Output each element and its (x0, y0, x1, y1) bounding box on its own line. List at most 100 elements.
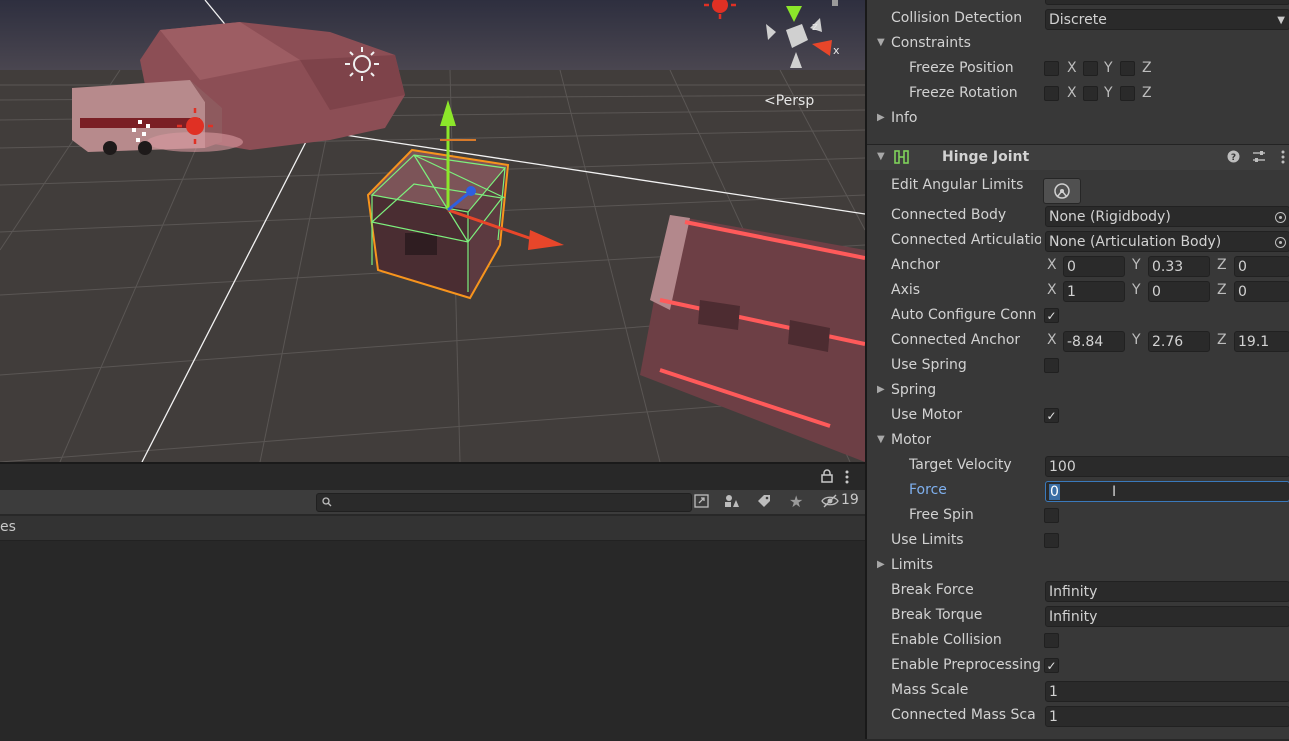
fold-closed-icon: ▶ (877, 112, 885, 123)
spring-label: Spring (891, 382, 937, 398)
edit-angular-limits-button[interactable] (1043, 178, 1081, 204)
enable-collision-checkbox[interactable] (1044, 633, 1059, 648)
force-field[interactable]: 0 I (1045, 481, 1289, 502)
free-spin-checkbox[interactable] (1044, 508, 1059, 523)
anchor-label: Anchor (891, 257, 941, 273)
auto-configure-label: Auto Configure Conn (891, 307, 1037, 323)
eye-hidden-icon[interactable] (821, 494, 839, 512)
info-foldout[interactable]: ▶ Info (867, 107, 1289, 132)
freeze-rotation-x-checkbox[interactable] (1044, 86, 1059, 101)
freeze-rotation-y-checkbox[interactable] (1083, 86, 1098, 101)
anchor-x-field[interactable]: 0 (1063, 256, 1125, 277)
gizmo-x-label: x (833, 44, 840, 57)
limits-foldout[interactable]: ▶ Limits (867, 554, 1289, 579)
lock-icon[interactable] (821, 469, 833, 487)
cut-off-row (867, 0, 1289, 7)
search-input[interactable] (316, 493, 692, 512)
gizmo-y-tab[interactable] (832, 0, 838, 6)
anchor-z-field[interactable]: 0 (1234, 256, 1289, 277)
scene-link-icon[interactable] (694, 494, 710, 512)
axis-x-field[interactable]: 1 (1063, 281, 1125, 302)
hinge-joint-header[interactable]: ▼ Hinge Joint ? (867, 144, 1289, 170)
tag-icon[interactable] (756, 494, 772, 512)
break-force-field[interactable]: Infinity (1045, 581, 1289, 602)
use-limits-checkbox[interactable] (1044, 533, 1059, 548)
scene-canvas[interactable]: z x (0, 0, 865, 462)
enable-collision-row: Enable Collision (867, 629, 1289, 654)
collision-detection-dropdown[interactable]: Discrete ▼ (1045, 9, 1289, 30)
connected-mass-scale-row: Connected Mass Sca 1 (867, 704, 1289, 729)
break-torque-row: Break Torque Infinity (867, 604, 1289, 629)
panel-column-header: es (0, 516, 865, 541)
break-force-label: Break Force (891, 582, 974, 598)
spring-foldout[interactable]: ▶ Spring (867, 379, 1289, 404)
panel-toolbar: ★ 19 (0, 490, 865, 514)
motor-foldout[interactable]: ▼ Motor (867, 429, 1289, 454)
object-picker-icon[interactable] (1275, 212, 1286, 223)
use-spring-checkbox[interactable] (1044, 358, 1059, 373)
connected-body-field[interactable]: None (Rigidbody) (1045, 206, 1289, 227)
connected-articulation-field[interactable]: None (Articulation Body) (1045, 231, 1289, 252)
axis-z-field[interactable]: 0 (1234, 281, 1289, 302)
shapes-icon[interactable] (724, 494, 740, 512)
anchor-y-field[interactable]: 0.33 (1148, 256, 1210, 277)
text-cursor-icon: I (1112, 484, 1117, 500)
force-row: Force 0 I (867, 479, 1289, 504)
enable-collision-label: Enable Collision (891, 632, 1002, 648)
use-limits-row: Use Limits (867, 529, 1289, 554)
constraints-foldout[interactable]: ▼ Constraints (867, 32, 1289, 57)
freeze-position-x-checkbox[interactable] (1044, 61, 1059, 76)
edit-angular-limits-row: Edit Angular Limits (867, 174, 1289, 204)
motor-label: Motor (891, 432, 932, 448)
use-motor-label: Use Motor (891, 407, 963, 423)
cut-off-field[interactable] (1045, 0, 1289, 5)
star-icon[interactable]: ★ (789, 492, 803, 511)
anchor-row: Anchor X 0 Y 0.33 Z 0 (867, 254, 1289, 279)
enable-preprocessing-checkbox[interactable]: ✓ (1044, 658, 1059, 673)
freeze-position-y-checkbox[interactable] (1083, 61, 1098, 76)
constraints-label: Constraints (891, 35, 971, 51)
mass-scale-field[interactable]: 1 (1045, 681, 1289, 702)
collision-detection-label: Collision Detection (891, 10, 1023, 26)
fold-open-icon: ▼ (877, 151, 885, 162)
axis-row: Axis X 1 Y 0 Z 0 (867, 279, 1289, 304)
connected-anchor-y-field[interactable]: 2.76 (1148, 331, 1210, 352)
connected-articulation-label: Connected Articulatio (891, 232, 1041, 248)
object-picker-icon[interactable] (1275, 237, 1286, 248)
freeze-rotation-y-label: Y (1104, 85, 1113, 101)
break-torque-field[interactable]: Infinity (1045, 606, 1289, 627)
auto-configure-checkbox[interactable]: ✓ (1044, 308, 1059, 323)
freeze-rotation-row: Freeze Rotation X Y Z (867, 82, 1289, 107)
hinge-joint-title: Hinge Joint (942, 149, 1030, 165)
anchor-x-axis-label: X (1047, 257, 1057, 273)
kebab-menu-icon[interactable] (845, 470, 849, 488)
gizmo-z-label: z (812, 20, 818, 33)
connected-mass-scale-label: Connected Mass Sca (891, 707, 1036, 723)
connected-body-value: None (Rigidbody) (1049, 209, 1171, 225)
preset-icon[interactable] (1252, 150, 1266, 167)
connected-mass-scale-field[interactable]: 1 (1045, 706, 1289, 727)
bottom-panel: ★ 19 es (0, 462, 865, 741)
freeze-position-z-label: Z (1142, 60, 1152, 76)
axis-x-axis-label: X (1047, 282, 1057, 298)
freeze-rotation-z-checkbox[interactable] (1120, 86, 1135, 101)
target-velocity-field[interactable]: 100 (1045, 456, 1289, 477)
component-menu-icon[interactable] (1281, 150, 1285, 168)
freeze-position-z-checkbox[interactable] (1120, 61, 1135, 76)
mass-scale-row: Mass Scale 1 (867, 679, 1289, 704)
svg-text:?: ? (1231, 153, 1236, 163)
help-icon[interactable]: ? (1227, 150, 1240, 167)
freeze-rotation-label: Freeze Rotation (909, 85, 1018, 101)
connected-anchor-z-field[interactable]: 19.1 (1234, 331, 1289, 352)
use-motor-checkbox[interactable]: ✓ (1044, 408, 1059, 423)
column-header-label: es (0, 519, 16, 535)
use-motor-row: Use Motor ✓ (867, 404, 1289, 429)
axis-y-field[interactable]: 0 (1148, 281, 1210, 302)
connected-anchor-x-field[interactable]: -8.84 (1063, 331, 1125, 352)
scene-view[interactable]: z x <Persp (0, 0, 865, 462)
free-spin-label: Free Spin (909, 507, 974, 523)
axis-label: Axis (891, 282, 921, 298)
fold-closed-icon: ▶ (877, 384, 885, 395)
projection-toggle[interactable]: <Persp (764, 93, 814, 109)
collision-detection-value: Discrete (1049, 12, 1107, 28)
